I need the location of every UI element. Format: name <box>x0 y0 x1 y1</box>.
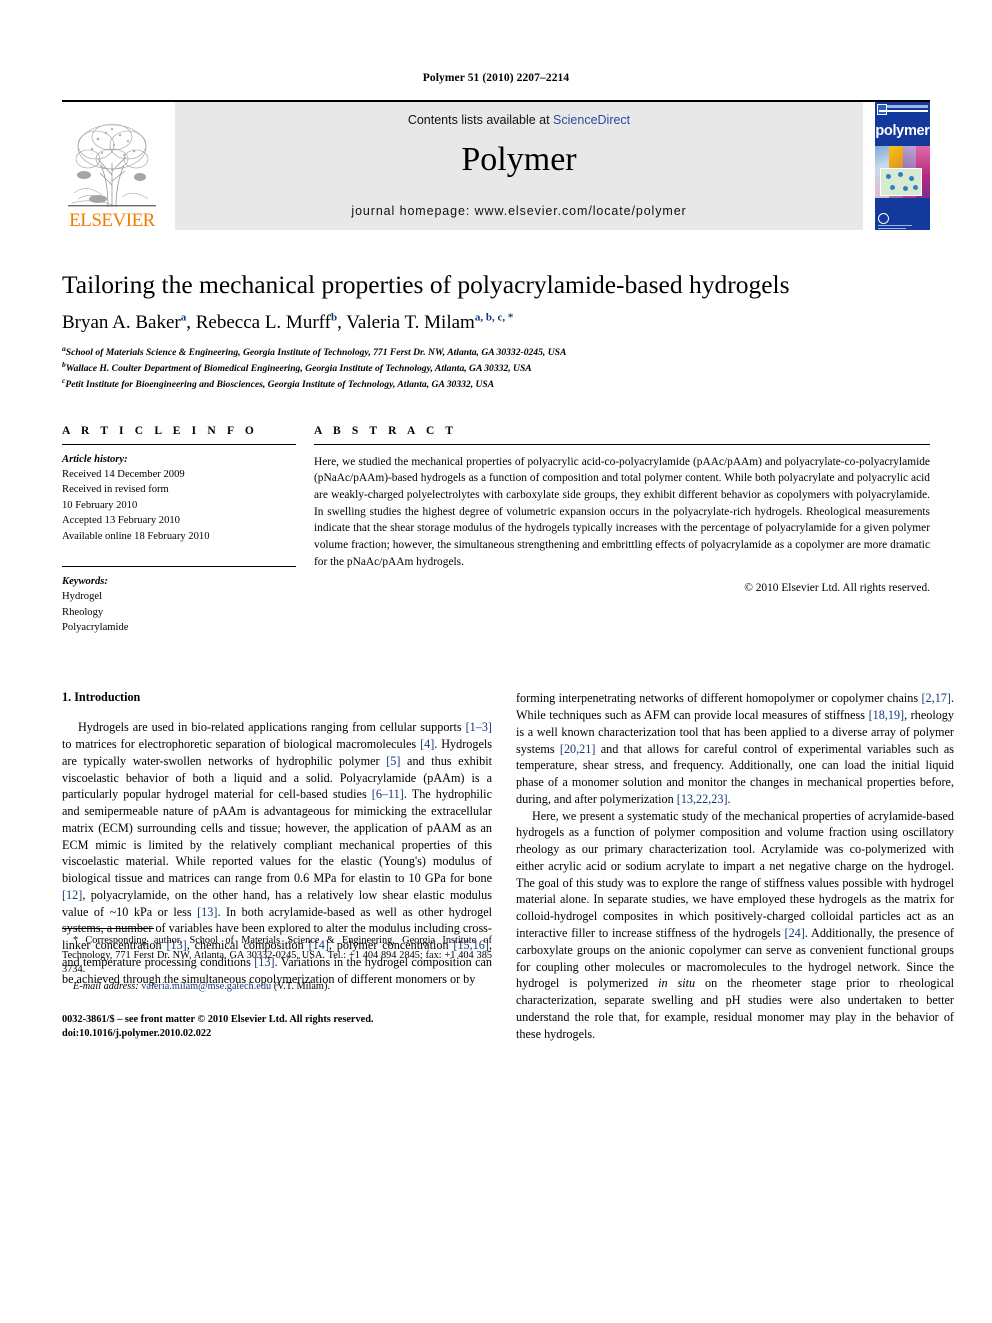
citation-ref[interactable]: [1–3] <box>466 720 492 734</box>
author-name: Bryan A. Baker <box>62 312 181 334</box>
cover-inset-diagram <box>880 168 922 196</box>
author-separator: , <box>337 312 347 334</box>
para-text: forming interpenetrating networks of dif… <box>516 691 922 706</box>
cover-footer <box>878 213 927 229</box>
para-text: . The hydrophilic and semipermeable natu… <box>62 787 492 886</box>
author-name: Valeria T. Milam <box>346 312 475 334</box>
email-label: E-mail address: <box>73 980 139 992</box>
affiliation-text: Petit Institute for Bioengineering and B… <box>65 379 495 391</box>
latin-phrase: in situ <box>658 976 696 991</box>
cover-bar-accent <box>887 105 928 108</box>
keywords-label: Keywords: <box>62 575 108 587</box>
para-text: to matrices for electrophoretic separati… <box>62 737 421 752</box>
footnote-region: * Corresponding author. School of Materi… <box>62 928 492 1042</box>
para-text: . <box>727 791 731 806</box>
elsevier-logo: ELSEVIER <box>62 102 162 230</box>
page-title: Tailoring the mechanical properties of p… <box>62 270 790 299</box>
article-history-item: Received 14 December 2009 <box>62 469 185 481</box>
article-history-item: Received in revised form <box>62 484 169 496</box>
running-head: Polymer 51 (2010) 2207–2214 <box>422 72 570 84</box>
affiliation-text: School of Materials Science & Engineerin… <box>65 347 567 359</box>
left-column: 1. Introduction Hydrogels are used in bi… <box>62 690 492 1042</box>
cover-particle-dot <box>909 176 914 181</box>
cover-particle-dot <box>886 174 891 179</box>
citation-ref[interactable]: [13] <box>197 905 217 919</box>
affiliation-item: bWallace H. Coulter Department of Biomed… <box>62 360 930 376</box>
sciencedirect-link[interactable]: ScienceDirect <box>553 113 630 127</box>
author-list: Bryan A. Bakera, Rebecca L. Murffb, Vale… <box>62 312 930 334</box>
cover-particle-dot <box>898 172 903 177</box>
citation-ref[interactable]: [20,21] <box>560 742 596 756</box>
cover-fine-rule <box>878 228 906 229</box>
journal-article-page: Polymer 51 (2010) 2207–2214 ELSEVIER Con… <box>0 0 992 1323</box>
abstract-text: Here, we studied the mechanical properti… <box>314 455 930 568</box>
cover-particle-dot <box>913 185 918 190</box>
cover-seal-icon <box>878 213 889 224</box>
corresponding-author-text: * Corresponding author. School of Materi… <box>62 935 492 976</box>
info-abstract-region: A R T I C L E I N F O Article history: R… <box>62 425 930 636</box>
article-history-item: 10 February 2010 <box>62 499 138 511</box>
para-text: Here, we present a systematic study of t… <box>516 808 954 941</box>
para-text: Hydrogels are used in bio-related applic… <box>78 720 466 735</box>
elsevier-wordmark: ELSEVIER <box>69 210 155 231</box>
affiliation-item: aSchool of Materials Science & Engineeri… <box>62 344 930 360</box>
author-affiliation-mark: a, b, c, * <box>474 311 514 324</box>
article-history-item: Available online 18 February 2010 <box>62 530 210 542</box>
journal-masthead: ELSEVIER Contents lists available at Sci… <box>62 100 930 230</box>
affiliation-item: cPetit Institute for Bioengineering and … <box>62 376 930 392</box>
intro-paragraph-right-1: forming interpenetrating networks of dif… <box>516 690 954 807</box>
abstract-copyright: © 2010 Elsevier Ltd. All rights reserved… <box>744 582 930 595</box>
email-owner: (V.T. Milam). <box>273 980 330 992</box>
citation-ref[interactable]: [2,17] <box>922 691 951 705</box>
cover-fine-rule <box>878 225 912 226</box>
contents-prefix: Contents lists available at <box>407 113 554 127</box>
article-history-label: Article history: <box>62 453 128 465</box>
doi-line[interactable]: doi:10.1016/j.polymer.2010.02.022 <box>62 1027 492 1042</box>
citation-ref[interactable]: [6–11] <box>372 787 404 801</box>
article-info-column: A R T I C L E I N F O Article history: R… <box>62 425 314 636</box>
cover-bar-white <box>879 110 928 112</box>
author-name: Rebecca L. Murff <box>195 312 331 334</box>
journal-cover-thumbnail: polymer <box>875 102 930 230</box>
cover-particle-dot <box>903 186 908 191</box>
journal-title: Polymer <box>461 141 577 178</box>
keyword-item: Hydrogel <box>62 591 103 603</box>
author-separator: , <box>186 312 196 334</box>
cover-header-bars <box>875 102 930 115</box>
article-history-item: Accepted 13 February 2010 <box>62 515 180 527</box>
citation-ref[interactable]: [18,19] <box>869 708 905 722</box>
section-heading-introduction: 1. Introduction <box>62 690 141 705</box>
abstract-heading: A B S T R A C T <box>314 424 458 437</box>
corresponding-author-note: * Corresponding author. School of Materi… <box>62 934 492 994</box>
keyword-item: Polyacrylamide <box>62 621 129 633</box>
issn-line: 0032-3861/$ – see front matter © 2010 El… <box>62 1013 374 1025</box>
title-block: Tailoring the mechanical properties of p… <box>62 270 930 392</box>
right-column: forming interpenetrating networks of dif… <box>516 690 954 1042</box>
citation-ref[interactable]: [4] <box>420 737 434 751</box>
affiliation-text: Wallace H. Coulter Department of Biomedi… <box>65 363 532 375</box>
affiliation-list: aSchool of Materials Science & Engineeri… <box>62 344 930 391</box>
contents-list-line: Contents lists available at ScienceDirec… <box>408 113 630 127</box>
cover-particle-dot <box>890 185 895 190</box>
cover-journal-name: polymer <box>875 123 930 139</box>
keywords-block: Keywords: Hydrogel Rheology Polyacrylami… <box>62 567 296 635</box>
intro-paragraph-right-2: Here, we present a systematic study of t… <box>516 808 954 1043</box>
issn-block: 0032-3861/$ – see front matter © 2010 El… <box>62 1013 492 1043</box>
citation-ref[interactable]: [24] <box>785 926 805 940</box>
email-link[interactable]: valeria.milam@mse.gatech.edu <box>141 981 271 992</box>
article-info-heading: A R T I C L E I N F O <box>62 424 258 437</box>
keyword-item: Rheology <box>62 606 104 618</box>
article-history-block: Article history: Received 14 December 20… <box>62 445 296 544</box>
body-columns: 1. Introduction Hydrogels are used in bi… <box>62 690 954 1042</box>
citation-ref[interactable]: [5] <box>386 754 400 768</box>
journal-banner: Contents lists available at ScienceDirec… <box>175 102 863 230</box>
email-line: E-mail address: valeria.milam@mse.gatech… <box>62 980 492 995</box>
footnote-rule <box>62 928 154 930</box>
citation-ref[interactable]: [13,22,23] <box>677 792 728 806</box>
citation-ref[interactable]: [12] <box>62 888 82 902</box>
abstract-column: A B S T R A C T Here, we studied the mec… <box>314 425 930 636</box>
journal-homepage[interactable]: journal homepage: www.elsevier.com/locat… <box>351 204 686 218</box>
elsevier-tree-icon <box>68 115 156 210</box>
